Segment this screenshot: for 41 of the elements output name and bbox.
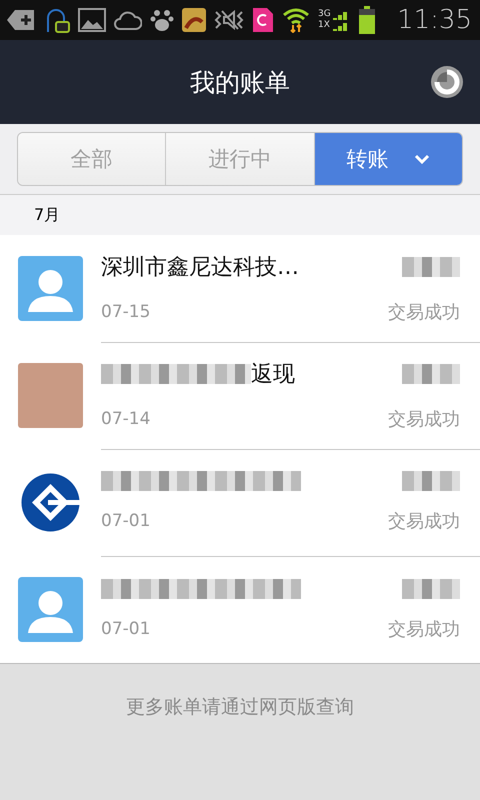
bill-status: 交易成功	[388, 510, 460, 533]
bill-title: 深圳市鑫尼达科技…	[101, 254, 299, 282]
clock-time: 11:35	[397, 5, 472, 35]
chat-person-icon	[44, 6, 70, 34]
image-icon	[78, 8, 106, 32]
filter-tab[interactable]: 转账	[314, 133, 462, 185]
bill-date: 07-01	[101, 618, 150, 638]
person-avatar-icon	[18, 256, 83, 321]
add-tag-icon	[6, 9, 36, 31]
amount-mosaic	[402, 257, 460, 277]
amount-mosaic	[402, 364, 460, 384]
person-avatar-icon	[18, 577, 83, 642]
amount-mosaic	[402, 578, 460, 598]
month-header: 7月	[0, 195, 480, 235]
battery-icon	[358, 6, 375, 34]
bill-item[interactable]: 07-01 交易成功	[0, 556, 480, 663]
filter-tab[interactable]: 进行中	[166, 133, 315, 185]
bill-item[interactable]: 深圳市鑫尼达科技… 07-15 交易成功	[0, 235, 480, 342]
pie-chart-icon[interactable]	[430, 65, 464, 99]
wifi-icon	[282, 7, 310, 33]
mute-icon	[214, 9, 244, 31]
page-title: 我的账单	[190, 66, 290, 98]
network-label: 1X	[318, 20, 331, 31]
bill-title: 返现	[251, 361, 295, 389]
paw-icon	[150, 8, 174, 32]
bill-item[interactable]: 07-01 交易成功	[0, 449, 480, 556]
photo-placeholder	[18, 363, 83, 428]
bill-status: 交易成功	[388, 301, 460, 324]
app-icon	[182, 8, 206, 32]
bill-date: 07-15	[101, 302, 150, 322]
footer-note: 更多账单请通过网页版查询	[126, 695, 354, 720]
bill-date: 07-01	[101, 511, 150, 531]
bill-item[interactable]: 返现 07-14 交易成功	[0, 342, 480, 449]
document-c-icon	[252, 7, 274, 33]
filter-tab[interactable]: 全部	[18, 133, 166, 185]
bill-date: 07-14	[101, 409, 150, 429]
cloud-icon	[114, 9, 142, 31]
network-label: 3G	[318, 9, 331, 20]
amount-mosaic	[402, 471, 460, 491]
bill-status: 交易成功	[388, 408, 460, 431]
bill-status: 交易成功	[388, 618, 460, 640]
